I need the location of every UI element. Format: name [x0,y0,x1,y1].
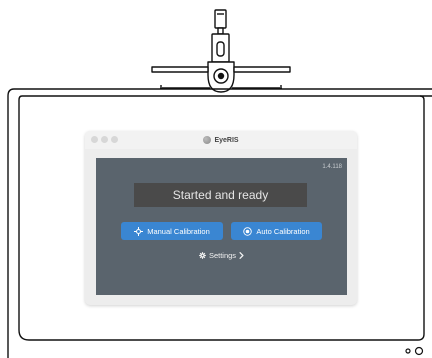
gear-icon [199,252,206,259]
window-title-group: EyeRIS [85,131,357,149]
monitor-indicator-lights [405,346,424,356]
eyeris-app-window: EyeRIS 1.4.118 Started and ready Manual … [85,131,357,305]
window-titlebar[interactable]: EyeRIS [85,131,357,149]
crosshair-icon [134,226,144,236]
chevron-right-icon [239,252,244,259]
auto-calibration-button[interactable]: Auto Calibration [231,222,322,240]
manual-calibration-button[interactable]: Manual Calibration [121,222,223,240]
app-content-panel: 1.4.118 Started and ready Manual Calibra… [96,158,347,295]
auto-calibration-label: Auto Calibration [256,226,310,236]
eye-tracker-device [151,9,291,93]
settings-label: Settings [208,251,237,260]
manual-calibration-label: Manual Calibration [147,226,210,236]
status-text: Started and ready [172,188,269,202]
status-display: Started and ready [134,183,307,207]
target-icon [243,226,253,236]
settings-link[interactable]: Settings [96,251,347,260]
window-title: EyeRIS [214,136,239,144]
eyeris-logo-icon [203,136,212,144]
version-label: 1.4.118 [322,164,342,170]
